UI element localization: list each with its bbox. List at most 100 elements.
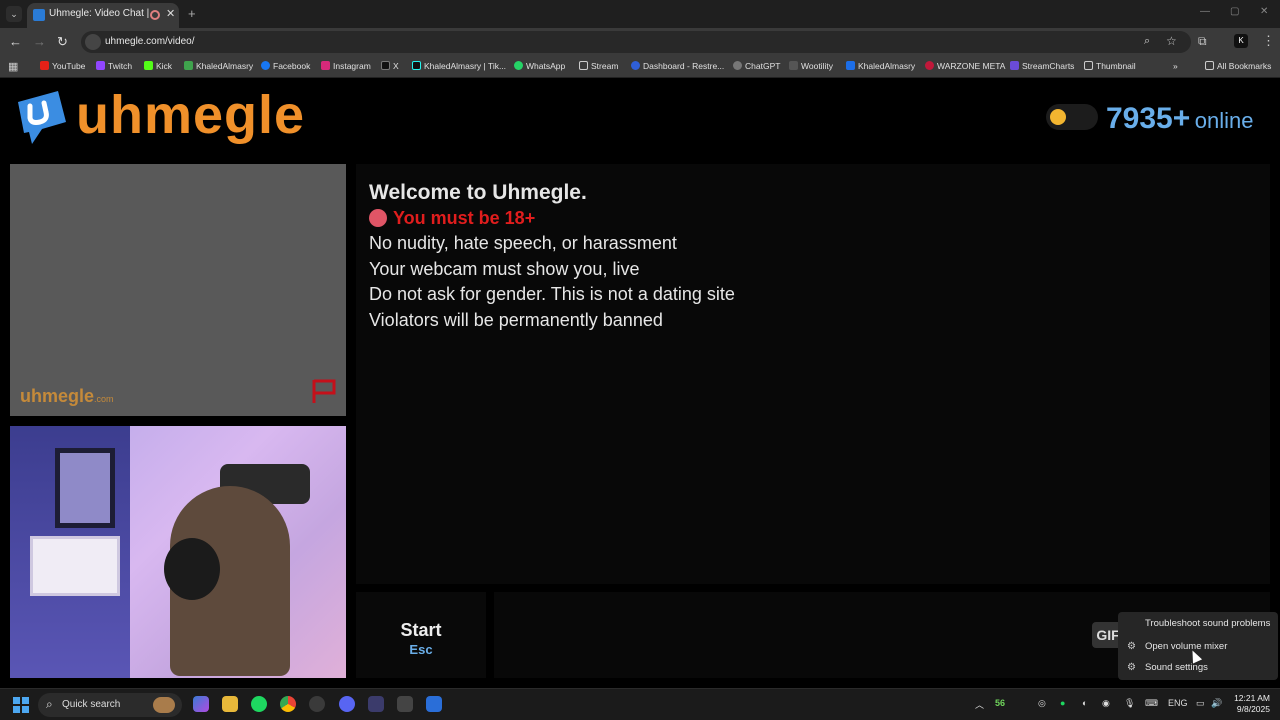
site-info-icon[interactable]	[85, 34, 101, 50]
spotify-icon[interactable]	[251, 696, 267, 712]
tab-title: Uhmegle: Video Chat | Ome	[49, 8, 149, 19]
self-webcam-video	[10, 426, 346, 678]
minimize-icon[interactable]: —	[1200, 6, 1210, 17]
chrome-icon[interactable]	[280, 696, 296, 712]
uhmegle-watermark: uhmegle.com	[20, 386, 114, 406]
online-counter: 7935+ online	[1106, 102, 1253, 136]
address-bar[interactable]: uhmegle.com/video/ ⌕ ☆	[81, 31, 1191, 53]
taskbar-clock[interactable]: 12:21 AM 9/8/2025	[1228, 693, 1270, 715]
bookmark-star-icon[interactable]: ☆	[1166, 34, 1177, 48]
tab-search-dropdown-icon[interactable]: ⌄	[6, 6, 22, 22]
rule-line: Violators will be permanently banned	[369, 309, 663, 330]
tray-overflow-icon[interactable]: ︿	[975, 698, 984, 711]
bookmark-khaledalmasry[interactable]: KhaledAlmasry	[184, 61, 253, 71]
rule-line: Do not ask for gender. This is not a dat…	[369, 284, 735, 304]
clock-date: 9/8/2025	[1236, 704, 1270, 714]
bookmark-twitch[interactable]: Twitch	[96, 61, 132, 71]
recording-indicator-icon	[150, 10, 160, 20]
terminal-icon[interactable]	[397, 696, 413, 712]
browser-tab-bar: ⌄ Uhmegle: Video Chat | Ome ✕ + — ▢ ✕	[0, 0, 1280, 28]
copilot-icon[interactable]	[193, 696, 209, 712]
back-icon[interactable]: ←	[9, 34, 22, 49]
start-menu-icon[interactable]	[13, 697, 29, 713]
sound-context-menu: Troubleshoot sound problems ⚙ Open volum…	[1118, 612, 1278, 680]
rules-text: Welcome to Uhmegle. You must be 18+ No n…	[369, 180, 735, 333]
search-icon: ⌕	[46, 697, 53, 711]
age-warning: You must be 18+	[369, 206, 735, 232]
bookmarks-bar: ▦ YouTube Twitch Kick KhaledAlmasry Face…	[0, 56, 1280, 78]
chat-panel: Welcome to Uhmegle. You must be 18+ No n…	[356, 164, 1270, 584]
report-flag-icon[interactable]	[310, 378, 338, 404]
file-explorer-icon[interactable]	[222, 696, 238, 712]
browser-toolbar: ← → ↻ uhmegle.com/video/ ⌕ ☆ ⧉ K ⋮	[0, 28, 1280, 56]
new-tab-icon[interactable]: +	[188, 6, 196, 21]
browser-tab-active[interactable]: Uhmegle: Video Chat | Ome ✕	[27, 3, 179, 28]
settings-gear-icon: ⚙	[1127, 662, 1136, 673]
tray-fps-counter[interactable]: 56	[995, 698, 1005, 708]
tray-network-icon[interactable]: ▭	[1196, 698, 1205, 709]
bookmark-chatgpt[interactable]: ChatGPT	[733, 61, 780, 71]
bookmark-warzone-meta[interactable]: WARZONE META	[925, 61, 1005, 71]
uhmegle-logo-icon[interactable]	[12, 88, 72, 146]
search-highlight-icon	[153, 697, 175, 713]
bookmark-folder-thumbnail[interactable]: Thumbnail	[1084, 61, 1136, 71]
bookmark-tiktok[interactable]: KhaledAlmasry | Tik...	[412, 61, 506, 71]
theme-toggle[interactable]	[1046, 104, 1098, 130]
taskbar-search[interactable]: ⌕ Quick search	[38, 693, 182, 717]
tray-language[interactable]: ENG	[1168, 698, 1188, 708]
online-count: 7935+	[1106, 102, 1191, 135]
tray-app-icon[interactable]: ◐	[1082, 698, 1087, 708]
online-label: online	[1194, 108, 1254, 133]
bookmark-x[interactable]: X	[381, 61, 399, 71]
stranger-video: uhmegle.com	[10, 164, 346, 416]
bookmark-streamcharts[interactable]: StreamCharts	[1010, 61, 1074, 71]
tray-vpn-icon[interactable]: ◎	[1038, 698, 1046, 709]
window-close-icon[interactable]: ✕	[1260, 6, 1268, 17]
webcam-shelf	[30, 536, 120, 596]
bookmark-whatsapp[interactable]: WhatsApp	[514, 61, 565, 71]
close-tab-icon[interactable]: ✕	[166, 7, 175, 20]
bookmark-kick[interactable]: Kick	[144, 61, 172, 71]
uhmegle-page: uhmegle 7935+ online uhmegle.com Welcome…	[0, 78, 1280, 688]
bookmark-instagram[interactable]: Instagram	[321, 61, 371, 71]
discord-icon[interactable]	[339, 696, 355, 712]
rule-line: Your webcam must show you, live	[369, 258, 640, 279]
uhmegle-logo-text[interactable]: uhmegle	[76, 84, 305, 146]
more-bookmarks-icon[interactable]: »	[1173, 61, 1178, 71]
tray-volume-icon[interactable]: 🔊	[1211, 698, 1222, 709]
browser-menu-icon[interactable]: ⋮	[1262, 33, 1275, 49]
site-favicon-icon	[33, 9, 45, 21]
profile-avatar[interactable]: K	[1234, 34, 1248, 48]
start-button[interactable]: Start Esc	[356, 592, 486, 678]
tray-spotify-icon[interactable]: ●	[1060, 698, 1065, 708]
bookmark-khaledalmasry-meta[interactable]: KhaledAlmasry	[846, 61, 915, 71]
all-bookmarks-folder[interactable]: All Bookmarks	[1205, 61, 1271, 71]
bookmark-youtube[interactable]: YouTube	[40, 61, 85, 71]
reload-icon[interactable]: ↻	[57, 34, 68, 50]
apps-grid-icon[interactable]: ▦	[8, 60, 18, 73]
settings-app-icon[interactable]	[309, 696, 325, 712]
zoom-icon[interactable]: ⌕	[1144, 35, 1150, 48]
tray-discord-icon[interactable]: ◉	[1102, 698, 1110, 709]
extensions-icon[interactable]: ⧉	[1198, 34, 1207, 49]
bookmark-facebook[interactable]: Facebook	[261, 61, 310, 71]
18-plus-icon	[369, 208, 387, 227]
start-shortcut: Esc	[409, 642, 433, 657]
tray-mic-icon[interactable]: 🎙	[1124, 698, 1135, 709]
url-text: uhmegle.com/video/	[105, 36, 195, 47]
obs-icon[interactable]	[368, 696, 384, 712]
clock-time: 12:21 AM	[1234, 693, 1270, 703]
maximize-icon[interactable]: ▢	[1230, 6, 1239, 17]
start-label: Start	[400, 620, 442, 640]
store-icon[interactable]	[426, 696, 442, 712]
mixer-gear-icon: ⚙	[1127, 641, 1136, 652]
bookmark-wootility[interactable]: Wootility	[789, 61, 833, 71]
bookmark-folder-stream[interactable]: Stream	[579, 61, 618, 71]
webcam-mirror	[55, 448, 115, 528]
windows-taskbar: ⌕ Quick search ︿ 56 ◎ ● ◐ ◉ 🎙 ⌨ ENG ▭ 🔊 …	[0, 688, 1280, 720]
forward-icon[interactable]: →	[33, 34, 46, 49]
headphones-icon	[164, 538, 220, 600]
welcome-heading: Welcome to Uhmegle.	[369, 181, 587, 204]
bookmark-dashboard[interactable]: Dashboard - Restre...	[631, 61, 724, 71]
tray-keyboard-icon[interactable]: ⌨	[1145, 698, 1158, 709]
